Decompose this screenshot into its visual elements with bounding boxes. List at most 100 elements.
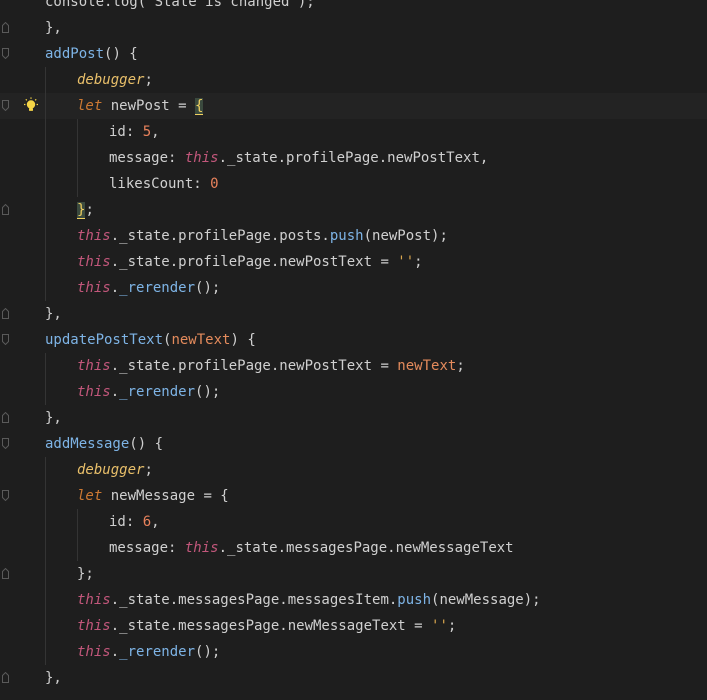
code-token: ; [144, 72, 153, 88]
indent-guide [45, 67, 46, 93]
code-line[interactable]: debugger; [0, 457, 707, 483]
code-token: this [77, 228, 111, 244]
code-text: let newMessage = { [77, 483, 229, 509]
code-token: . [110, 280, 120, 296]
code-line[interactable]: }, [0, 301, 707, 327]
code-token: 6 [142, 514, 152, 530]
code-line[interactable]: addMessage() { [0, 431, 707, 457]
code-text: }, [45, 665, 62, 691]
indent-guide [77, 535, 78, 561]
code-token: _rerender [119, 644, 196, 660]
code-token: }, [45, 20, 62, 36]
code-token: . [110, 384, 120, 400]
code-line[interactable]: this._state.profilePage.newPostText = ''… [0, 249, 707, 275]
code-token: ._state.messagesPage.newMessageText = [110, 618, 432, 634]
fold-marker-icon[interactable] [2, 22, 9, 33]
fold-marker-icon[interactable] [2, 334, 9, 345]
code-line[interactable]: message: this._state.profilePage.newPost… [0, 145, 707, 171]
code-token: this [77, 644, 111, 660]
code-line[interactable]: updatePostText(newText) { [0, 327, 707, 353]
fold-marker-icon[interactable] [2, 568, 9, 579]
code-text: updatePostText(newText) { [45, 327, 256, 353]
code-line[interactable]: }, [0, 665, 707, 691]
code-token: ._state.profilePage.newPostText = [110, 254, 398, 270]
indent-guide [45, 457, 46, 483]
code-token: '' [397, 254, 415, 270]
code-token: }, [45, 670, 62, 686]
code-token: : [125, 124, 143, 140]
indent-guide [45, 379, 46, 405]
indent-guide [45, 509, 46, 535]
code-line[interactable]: id: 6, [0, 509, 707, 535]
code-line[interactable]: this._state.profilePage.posts.push(newPo… [0, 223, 707, 249]
code-line[interactable]: console.log('State is changed'); [0, 0, 707, 15]
indent-guide [45, 483, 46, 509]
code-editor[interactable]: console.log('State is changed');}, addPos… [0, 0, 707, 700]
code-text: id: 5, [109, 119, 160, 145]
code-line[interactable]: this._state.profilePage.newPostText = ne… [0, 353, 707, 379]
code-line[interactable]: this._rerender(); [0, 379, 707, 405]
code-token: id [109, 124, 126, 140]
code-line[interactable]: }; [0, 561, 707, 587]
code-line[interactable]: }, [0, 15, 707, 41]
code-token: console.log('State is changed'); [45, 0, 315, 10]
code-line[interactable]: this._rerender(); [0, 275, 707, 301]
code-line[interactable]: message: this._state.messagesPage.newMes… [0, 535, 707, 561]
code-token: addPost [45, 46, 105, 62]
indent-guide [77, 119, 78, 145]
code-line[interactable]: this._state.messagesPage.messagesItem.pu… [0, 587, 707, 613]
code-token: 5 [142, 124, 152, 140]
code-token: () { [129, 436, 164, 452]
fold-marker-icon[interactable] [2, 308, 9, 319]
code-token: let [77, 488, 103, 504]
fold-marker-icon[interactable] [2, 48, 9, 59]
code-token: likesCount [109, 176, 194, 192]
code-line[interactable]: debugger; [0, 67, 707, 93]
indent-guide [45, 249, 46, 275]
code-token: newPost = [102, 98, 196, 114]
code-text: debugger; [77, 457, 153, 483]
code-text: this._state.messagesPage.messagesItem.pu… [77, 587, 541, 613]
fold-marker-icon[interactable] [2, 672, 9, 683]
code-token: ._state.messagesPage.newMessageText [218, 540, 514, 556]
code-token: }, [45, 306, 62, 322]
code-token: this [184, 540, 219, 556]
fold-marker-icon[interactable] [2, 204, 9, 215]
code-text: this._rerender(); [77, 379, 220, 405]
code-token: (); [195, 644, 221, 660]
fold-marker-icon[interactable] [2, 438, 9, 449]
code-line[interactable]: this._rerender(); [0, 639, 707, 665]
code-token: debugger [77, 462, 145, 478]
fold-marker-icon[interactable] [2, 100, 9, 111]
code-text: this._rerender(); [77, 639, 220, 665]
code-token: ; [144, 462, 153, 478]
code-token: , [151, 124, 160, 140]
code-text: this._state.profilePage.posts.push(newPo… [77, 223, 448, 249]
code-token: _rerender [119, 384, 196, 400]
code-token: : [125, 514, 143, 530]
code-token: (); [195, 280, 221, 296]
code-token: : [168, 540, 185, 556]
code-text: this._state.profilePage.newPostText = ''… [77, 249, 423, 275]
code-line[interactable]: }; [0, 197, 707, 223]
code-line[interactable]: let newPost = { [0, 93, 707, 119]
code-line[interactable]: }, [0, 405, 707, 431]
code-token: ._state.messagesPage.messagesItem. [110, 592, 398, 608]
code-token: : [168, 150, 185, 166]
code-token: this [77, 358, 111, 374]
lightbulb-icon[interactable] [22, 97, 40, 115]
code-line[interactable]: id: 5, [0, 119, 707, 145]
code-line[interactable]: addPost() { [0, 41, 707, 67]
code-line[interactable]: likesCount: 0 [0, 171, 707, 197]
code-text: }; [77, 197, 94, 223]
code-token: push [329, 228, 364, 244]
code-line[interactable]: let newMessage = { [0, 483, 707, 509]
code-token: }, [45, 410, 62, 426]
code-text: message: this._state.messagesPage.newMes… [109, 535, 514, 561]
indent-guide [45, 145, 46, 171]
code-line[interactable]: this._state.messagesPage.newMessageText … [0, 613, 707, 639]
fold-marker-icon[interactable] [2, 490, 9, 501]
indent-guide [45, 353, 46, 379]
code-token: '' [431, 618, 448, 634]
fold-marker-icon[interactable] [2, 412, 9, 423]
